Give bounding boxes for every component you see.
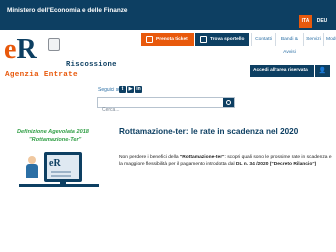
article-title[interactable]: Rottamazione-ter: le rate in scadenza ne… [119,127,331,137]
linkedin-icon[interactable]: in [135,86,142,93]
monitor-logo: eR [49,158,61,169]
person-illustration [24,156,40,178]
feature-title-1: Definizione Agevolata 2018 [17,129,89,135]
search-input[interactable] [98,105,234,115]
ministry-link[interactable]: Ministero dell'Economia e delle Finanze [7,7,127,14]
nav-contatti[interactable]: Contatti [251,33,276,46]
trova-sportello-label: Trova sportello [210,37,245,42]
article-body: Non perdere i benefici della "Rottamazio… [119,154,333,168]
logo-text-riscossione: Riscossione [66,61,117,69]
twitter-icon[interactable]: t [119,86,126,93]
article-bold-reference: DL n. 34 /2020 ("Decreto Rilancio") [235,162,317,168]
prenota-ticket-button[interactable]: Prenota ticket [141,33,194,46]
prenota-ticket-label: Prenota ticket [156,37,188,42]
desk-illustration [19,184,99,187]
youtube-icon[interactable]: ▶ [127,86,134,93]
article-text: Non perdere i benefici della [119,155,180,160]
logo-text-agenzia: Agenzia Entrate [5,71,78,79]
logo-mark: eR [4,34,37,65]
site-logo[interactable]: eR Riscossione Agenzia Entrate [4,35,142,81]
top-bar: Ministero dell'Economia e delle Finanze … [0,0,336,30]
republic-emblem-icon [48,38,60,51]
trova-sportello-button[interactable]: Trova sportello [195,33,249,46]
location-icon [200,36,207,43]
language-deu[interactable]: DEU [314,15,330,28]
feature-image[interactable]: Definizione Agevolata 2018 "Rottamazione… [4,124,116,210]
feature-title-2: "Rottamazione-Ter" [29,137,82,143]
search-icon[interactable] [223,98,234,107]
article-bold-term: "Rottamazione-ter" [179,155,225,160]
search-box [97,97,235,115]
user-icon[interactable]: 👤 [315,65,330,77]
reserved-area-button[interactable]: Accedi all'area riservata [250,65,314,77]
nav-servizi[interactable]: Servizi [304,33,324,46]
monitor-illustration: eR [44,152,82,182]
language-ita[interactable]: ITA [299,15,312,28]
ticket-icon [146,36,153,43]
social-label: Seguici su [98,87,122,93]
nav-bandi-avvisi[interactable]: Bandi & Avvisi [276,33,304,55]
nav-modulistica[interactable]: Modulistica [324,33,336,46]
